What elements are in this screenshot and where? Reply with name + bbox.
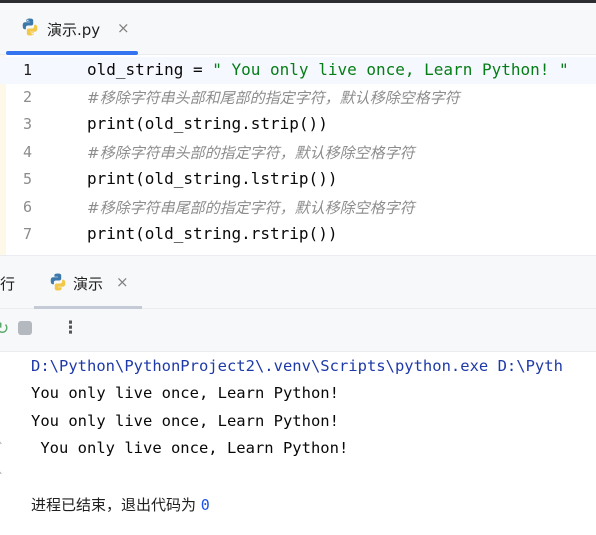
line-number: 7 xyxy=(22,225,32,243)
code-text: old_string = " You only live once, Learn… xyxy=(87,60,569,79)
line-number: 5 xyxy=(22,170,32,188)
code-line[interactable]: 7 print(old_string.rstrip()) xyxy=(0,221,596,248)
code-line[interactable]: 5 print(old_string.lstrip()) xyxy=(0,166,596,193)
code-line[interactable]: 2 #移除字符串头部和尾部的指定字符，默认移除空格字符 xyxy=(0,84,596,111)
code-comment: #移除字符串头部和尾部的指定字符，默认移除空格字符 xyxy=(87,87,460,108)
code-comment: #移除字符串尾部的指定字符，默认移除空格字符 xyxy=(87,197,415,218)
rerun-icon[interactable]: ↻ xyxy=(0,319,9,339)
code-editor[interactable]: 1 old_string = " You only live once, Lear… xyxy=(0,55,596,255)
code-token: print(old_string.rstrip()) xyxy=(87,224,338,243)
close-icon[interactable]: × xyxy=(117,19,130,37)
console-side-marks: ˎ ˎ xyxy=(0,430,4,474)
line-number: 4 xyxy=(22,143,32,161)
editor-tab-yanshi-py[interactable]: 演示.py × xyxy=(6,3,138,55)
code-token: print(old_string.strip()) xyxy=(87,114,328,133)
line-number: 2 xyxy=(22,88,32,106)
line-number: 1 xyxy=(22,61,32,79)
console-output-line: You only live once, Learn Python! xyxy=(31,439,349,457)
run-tab-yanshi[interactable]: 演示 × xyxy=(34,256,142,309)
exit-message: 进程已结束，退出代码为 xyxy=(31,496,201,514)
close-icon[interactable]: × xyxy=(116,273,129,291)
code-text: print(old_string.strip()) xyxy=(87,114,328,133)
run-panel-title: 行 xyxy=(0,275,16,293)
console-output-line: You only live once, Learn Python! xyxy=(31,384,339,402)
python-file-icon xyxy=(22,18,38,36)
code-text: print(old_string.rstrip()) xyxy=(87,224,337,243)
exit-code: 0 xyxy=(200,496,210,514)
code-line[interactable]: 6 #移除字符串尾部的指定字符，默认移除空格字符 xyxy=(0,194,596,221)
console-command-line: D:\Python\PythonProject2\.venv\Scripts\p… xyxy=(31,357,563,375)
run-panel-header: 行 演示 × xyxy=(0,256,596,309)
comment-text: #移除字符串尾部的指定字符，默认移除空格字符 xyxy=(87,199,415,217)
code-line[interactable]: 1 old_string = " You only live once, Lear… xyxy=(0,57,596,84)
string-literal: " You only live once, Learn Python! " xyxy=(212,60,569,79)
process-exit-line: 进程已结束，退出代码为 0 xyxy=(31,494,210,515)
run-tab-label: 演示 xyxy=(73,275,104,293)
comment-text: #移除字符串头部和尾部的指定字符，默认移除空格字符 xyxy=(87,89,460,107)
run-toolbar: ↻ ⋮ xyxy=(0,309,596,352)
code-line[interactable]: 4 #移除字符串头部的指定字符，默认移除空格字符 xyxy=(0,139,596,166)
stop-icon[interactable] xyxy=(18,321,32,335)
console-output[interactable]: ˎ ˎ D:\Python\PythonProject2\.venv\Scrip… xyxy=(0,352,596,535)
code-token: print(old_string.lstrip()) xyxy=(87,169,338,188)
editor-tab-label: 演示.py xyxy=(47,21,101,39)
line-number: 6 xyxy=(22,198,32,216)
more-options-icon[interactable]: ⋮ xyxy=(62,318,79,338)
code-text: print(old_string.lstrip()) xyxy=(87,169,337,188)
code-token: old_string = xyxy=(87,60,213,79)
line-number: 3 xyxy=(22,115,32,133)
python-run-icon xyxy=(50,273,66,291)
code-comment: #移除字符串头部的指定字符，默认移除空格字符 xyxy=(87,142,415,163)
editor-tab-bar: 演示.py × xyxy=(0,3,596,55)
comment-text: #移除字符串头部的指定字符，默认移除空格字符 xyxy=(87,144,415,162)
console-output-line: You only live once, Learn Python! xyxy=(31,412,339,430)
code-line[interactable]: 3 print(old_string.strip()) xyxy=(0,111,596,138)
